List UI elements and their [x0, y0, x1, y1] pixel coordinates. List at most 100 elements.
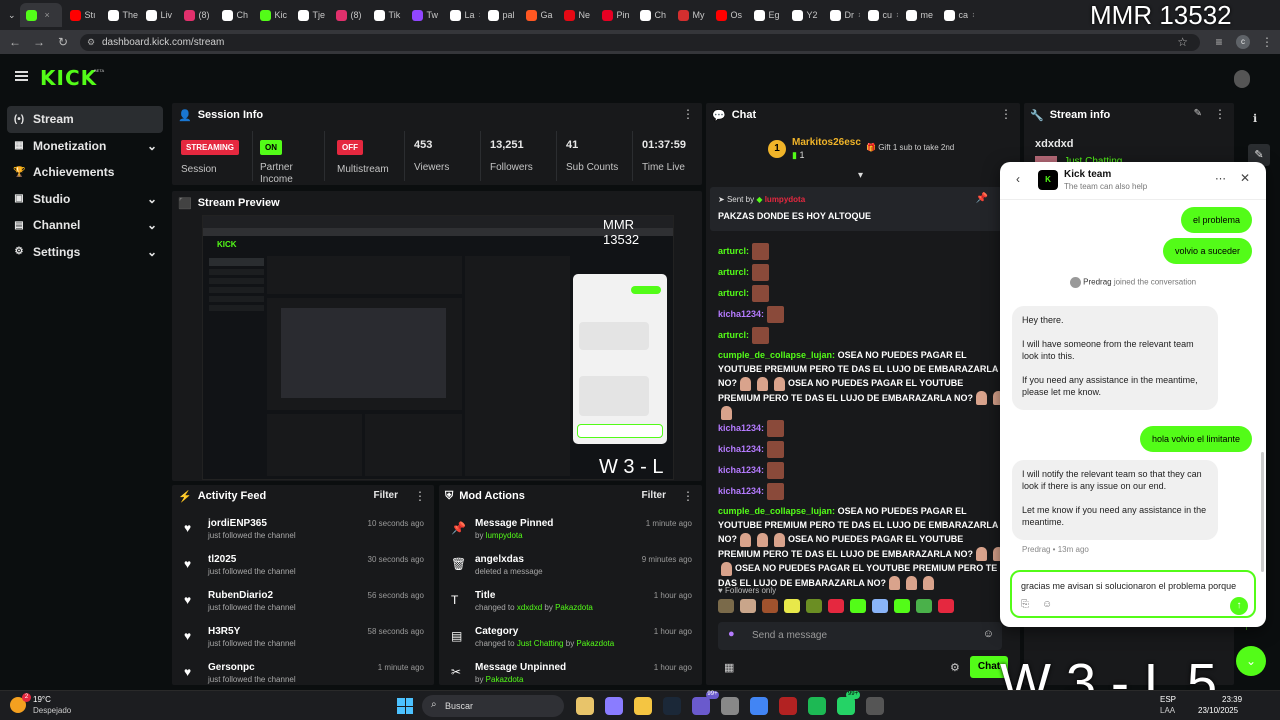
chat-username[interactable]: arturcl: — [718, 246, 749, 256]
info-icon[interactable]: ℹ — [1253, 112, 1257, 125]
browser-tab[interactable]: (8)× — [178, 3, 214, 27]
sidebar-item-stream[interactable]: (•) Stream — [7, 106, 163, 133]
chevron-down-icon[interactable]: ⌄ — [147, 245, 157, 259]
activity-username[interactable]: jordiENP365 — [208, 518, 296, 529]
chat-username[interactable]: kicha1234: — [718, 444, 764, 454]
activity-kebab-icon[interactable]: ⋮ — [414, 490, 426, 502]
browser-tab[interactable]: Y2× — [786, 3, 822, 27]
pinned-user[interactable]: lumpydota — [765, 195, 805, 204]
emote-option[interactable] — [916, 599, 932, 613]
sidebar-item-studio[interactable]: ▣ Studio ⌄ — [7, 186, 163, 213]
chat-username[interactable]: cumple_de_collapse_lujan: — [718, 506, 835, 516]
support-emoji-icon[interactable]: ☺ — [1042, 599, 1052, 610]
support-close-icon[interactable]: ✕ — [1240, 171, 1250, 185]
chrome-icon[interactable] — [750, 697, 768, 715]
activity-username[interactable]: H3R5Y — [208, 626, 296, 637]
tab-close-icon[interactable]: × — [858, 10, 860, 20]
tab-close-icon[interactable]: × — [972, 10, 973, 20]
browser-tab[interactable]: Tje× — [292, 3, 328, 27]
profile-avatar[interactable]: c — [1236, 35, 1250, 49]
browser-tab[interactable]: La × — [444, 3, 480, 27]
chat-store-icon[interactable]: ▦ — [724, 661, 734, 674]
clock-time[interactable]: 23:39 — [1222, 695, 1242, 704]
mod-kebab-icon[interactable]: ⋮ — [682, 490, 694, 502]
browser-tab[interactable]: Dr× — [824, 3, 860, 27]
mod-filter-button[interactable]: Filter — [642, 490, 666, 501]
attach-icon[interactable]: ⎘ — [1021, 599, 1029, 610]
emote-option[interactable] — [828, 599, 844, 613]
browser-tab[interactable]: cu× — [862, 3, 898, 27]
tab-close-icon[interactable]: × — [45, 10, 50, 20]
chevron-down-icon[interactable]: ⌄ — [147, 139, 157, 153]
activity-row[interactable]: ♥ tl2025 just followed the channel 30 secon… — [172, 548, 434, 584]
emote-option[interactable] — [718, 599, 734, 613]
browser-tab[interactable]: Kic× — [254, 3, 290, 27]
user-avatar[interactable] — [1234, 70, 1250, 88]
chat-username[interactable]: arturcl: — [718, 267, 749, 277]
mod-action-row[interactable]: 🗑 angelxdas deleted a message 9 minutes ago — [439, 548, 702, 584]
browser-tab[interactable]: Ne× — [558, 3, 594, 27]
sidebar-item-settings[interactable]: ⚙ Settings ⌄ — [7, 239, 163, 266]
emote-option[interactable] — [740, 599, 756, 613]
browser-tab[interactable]: Tw× — [406, 3, 442, 27]
dota-icon[interactable] — [779, 697, 797, 715]
url-field[interactable]: ⚙ dashboard.kick.com/stream ☆ — [80, 34, 1200, 51]
browser-tab[interactable]: Liv× — [140, 3, 176, 27]
browser-tab[interactable]: (8)× — [330, 3, 366, 27]
browser-tab[interactable]: me× — [900, 3, 936, 27]
lang-code[interactable]: ESP — [1160, 695, 1176, 704]
browser-tab[interactable]: pal × — [482, 3, 518, 27]
browser-tab[interactable]: The× — [102, 3, 138, 27]
browser-tab[interactable]: ca× — [938, 3, 974, 27]
stream-info-kebab-icon[interactable]: ⋮ — [1214, 108, 1226, 120]
tab-close-icon[interactable]: × — [896, 10, 897, 20]
emote-option[interactable] — [938, 599, 954, 613]
activity-row[interactable]: ♥ RubenDiario2 just followed the channel 56… — [172, 584, 434, 620]
activity-filter-button[interactable]: Filter — [374, 490, 398, 501]
browser-tab[interactable]: Ga× — [520, 3, 556, 27]
mod-action-actor[interactable]: Pakazdota — [576, 639, 614, 648]
emote-option[interactable] — [894, 599, 910, 613]
app2-icon[interactable] — [866, 697, 884, 715]
browser-tab[interactable]: Ch× — [216, 3, 252, 27]
spotify-icon[interactable] — [808, 697, 826, 715]
file-explorer-icon[interactable] — [576, 697, 594, 715]
multistream-badge[interactable]: OFF — [337, 140, 363, 155]
chat-settings-icon[interactable]: ⚙ — [950, 661, 960, 674]
browser-menu-icon[interactable]: ⋮ — [1260, 35, 1274, 49]
activity-username[interactable]: Gersonpc — [208, 662, 296, 673]
browser-tab[interactable]: Ch× — [634, 3, 670, 27]
copilot-icon[interactable] — [605, 697, 623, 715]
mod-action-row[interactable]: ✂ Message Unpinned by Pakazdota 1 hour ago — [439, 656, 702, 685]
emote-option[interactable] — [806, 599, 822, 613]
folder-icon[interactable] — [634, 697, 652, 715]
mod-action-highlight[interactable]: Just Chatting — [517, 639, 564, 648]
mod-action-row[interactable]: ▤ Category changed to Just Chatting by Pak… — [439, 620, 702, 656]
support-scrollbar[interactable] — [1261, 452, 1264, 572]
gift-cta[interactable]: 🎁 Gift 1 sub to take 2nd — [866, 143, 954, 152]
mod-action-row[interactable]: 📌 Message Pinned by lumpydota 1 minute ago — [439, 512, 702, 548]
reload-icon[interactable]: ↻ — [56, 35, 70, 49]
tab-menu-button[interactable]: ⌄ — [4, 3, 20, 27]
mod-action-highlight[interactable]: xdxdxd — [517, 603, 542, 612]
steam-icon[interactable] — [663, 697, 681, 715]
emote-option[interactable] — [850, 599, 866, 613]
chevron-down-icon[interactable]: ⌄ — [147, 218, 157, 232]
mod-action-actor[interactable]: Pakazdota — [555, 603, 593, 612]
chevron-down-icon[interactable]: ⌄ — [147, 192, 157, 206]
mod-action-row[interactable]: T Title changed to xdxdxd by Pakazdota 1 ho… — [439, 584, 702, 620]
browser-tab[interactable]: Stı× — [64, 3, 100, 27]
support-launcher-button[interactable]: ⌄ — [1236, 646, 1266, 676]
mod-action-highlight[interactable]: lumpydota — [486, 531, 523, 540]
chat-kebab-icon[interactable]: ⋮ — [1000, 108, 1012, 120]
chat-username[interactable]: kicha1234: — [718, 486, 764, 496]
browser-tab[interactable]: Tik× — [368, 3, 404, 27]
emote-option[interactable] — [872, 599, 888, 613]
browser-tab[interactable]: My× — [672, 3, 708, 27]
browser-tab[interactable]: Pin× — [596, 3, 632, 27]
start-button-icon[interactable] — [397, 698, 413, 714]
hamburger-menu-icon[interactable] — [15, 71, 28, 81]
clock-date[interactable]: 23/10/2025 — [1198, 706, 1238, 715]
activity-username[interactable]: tl2025 — [208, 554, 296, 565]
sidebar-item-monetization[interactable]: ▦ Monetization ⌄ — [7, 133, 163, 160]
